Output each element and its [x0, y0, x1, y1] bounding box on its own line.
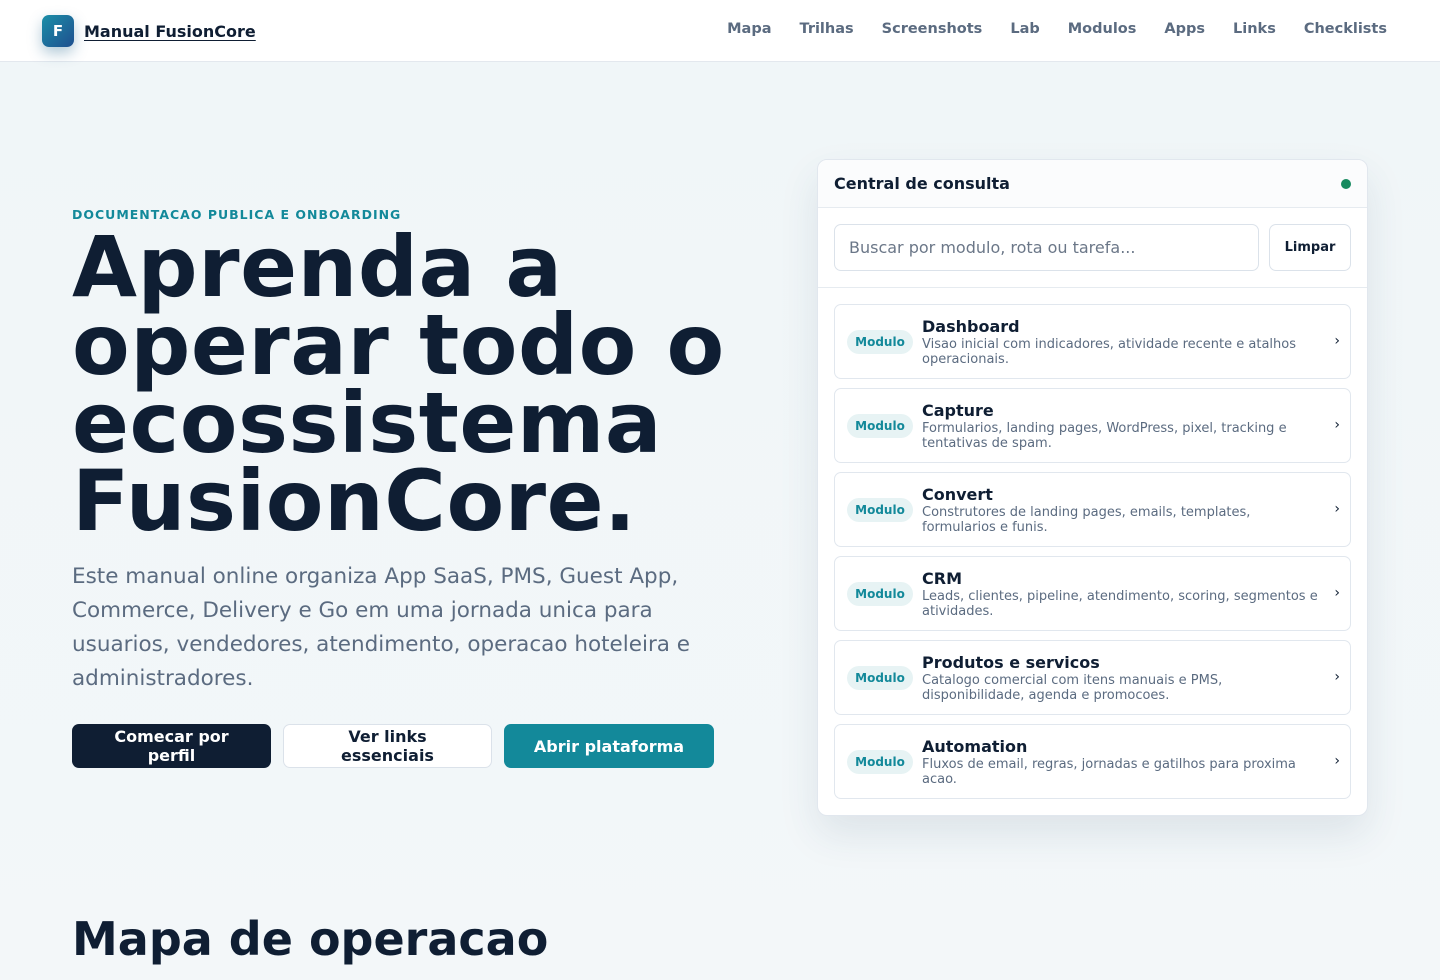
- chevron-right-icon: ›: [1334, 501, 1340, 517]
- module-title: CRM: [922, 568, 962, 588]
- nav-link-apps[interactable]: Apps: [1164, 21, 1205, 37]
- top-bar: F Manual FusionCore Mapa Trilhas Screens…: [0, 0, 1440, 62]
- chevron-right-icon: ›: [1334, 753, 1340, 769]
- panel-title: Central de consulta: [834, 174, 1010, 193]
- module-item-body: Capture Formularios, landing pages, Word…: [922, 401, 1318, 451]
- module-item-crm[interactable]: Modulo CRM Leads, clientes, pipeline, at…: [834, 556, 1351, 631]
- brand[interactable]: F Manual FusionCore: [42, 15, 256, 47]
- hero-title: Aprenda a operar todo o ecossistema Fusi…: [72, 218, 725, 550]
- module-description: Leads, clientes, pipeline, atendimento, …: [922, 588, 1318, 619]
- module-title: Capture: [922, 400, 994, 420]
- module-title: Produtos e servicos: [922, 652, 1100, 672]
- module-description: Visao inicial com indicadores, atividade…: [922, 336, 1296, 367]
- module-item-body: Produtos e servicos Catalogo comercial c…: [922, 653, 1318, 703]
- module-badge: Modulo: [847, 329, 913, 354]
- module-title: Convert: [922, 484, 993, 504]
- module-list: Modulo Dashboard Visao inicial com indic…: [818, 288, 1367, 799]
- module-badge: Modulo: [847, 749, 913, 774]
- search-row: Limpar: [818, 208, 1367, 288]
- search-input[interactable]: [834, 224, 1259, 271]
- module-item-automation[interactable]: Modulo Automation Fluxos de email, regra…: [834, 724, 1351, 799]
- module-description: Formularios, landing pages, WordPress, p…: [922, 420, 1287, 451]
- section-title: Mapa de operacao: [72, 912, 549, 966]
- start-by-profile-button[interactable]: Comecar por perfil: [72, 724, 271, 768]
- status-dot-icon: [1341, 178, 1351, 189]
- module-item-body: CRM Leads, clientes, pipeline, atendimen…: [922, 569, 1318, 619]
- module-badge: Modulo: [847, 665, 913, 690]
- nav-link-lab[interactable]: Lab: [1010, 21, 1039, 37]
- nav-link-trilhas[interactable]: Trilhas: [800, 21, 854, 37]
- nav-link-links[interactable]: Links: [1233, 21, 1276, 37]
- module-title: Dashboard: [922, 316, 1020, 336]
- chevron-right-icon: ›: [1334, 669, 1340, 685]
- essential-links-button[interactable]: Ver links essenciais: [283, 724, 492, 768]
- module-description: Fluxos de email, regras, jornadas e gati…: [922, 756, 1296, 787]
- module-item-body: Convert Construtores de landing pages, e…: [922, 485, 1318, 535]
- module-badge: Modulo: [847, 581, 913, 606]
- clear-button[interactable]: Limpar: [1269, 224, 1351, 271]
- nav-link-mapa[interactable]: Mapa: [727, 21, 771, 37]
- module-badge: Modulo: [847, 497, 913, 522]
- brand-logo: F: [42, 15, 74, 47]
- module-item-capture[interactable]: Modulo Capture Formularios, landing page…: [834, 388, 1351, 463]
- brand-name-link[interactable]: Manual FusionCore: [84, 22, 256, 41]
- module-item-body: Automation Fluxos de email, regras, jorn…: [922, 737, 1318, 787]
- hero-actions: Comecar por perfil Ver links essenciais …: [72, 724, 714, 768]
- panel-header: Central de consulta: [818, 160, 1367, 208]
- open-platform-button[interactable]: Abrir plataforma: [504, 724, 714, 768]
- nav-link-checklists[interactable]: Checklists: [1304, 21, 1387, 37]
- main-nav: Mapa Trilhas Screenshots Lab Modulos App…: [727, 21, 1387, 37]
- module-description: Catalogo comercial com itens manuais e P…: [922, 672, 1223, 703]
- chevron-right-icon: ›: [1334, 333, 1340, 349]
- module-description: Construtores de landing pages, emails, t…: [922, 504, 1251, 535]
- chevron-right-icon: ›: [1334, 417, 1340, 433]
- module-item-produtos-e-servicos[interactable]: Modulo Produtos e servicos Catalogo come…: [834, 640, 1351, 715]
- module-title: Automation: [922, 736, 1028, 756]
- module-item-convert[interactable]: Modulo Convert Construtores de landing p…: [834, 472, 1351, 547]
- module-item-dashboard[interactable]: Modulo Dashboard Visao inicial com indic…: [834, 304, 1351, 379]
- chevron-right-icon: ›: [1334, 585, 1340, 601]
- hero-description: Este manual online organiza App SaaS, PM…: [72, 564, 691, 691]
- module-item-body: Dashboard Visao inicial com indicadores,…: [922, 317, 1318, 367]
- module-badge: Modulo: [847, 413, 913, 438]
- nav-link-screenshots[interactable]: Screenshots: [882, 21, 983, 37]
- consult-panel: Central de consulta Limpar Modulo Dashbo…: [817, 159, 1368, 816]
- nav-link-modulos[interactable]: Modulos: [1068, 21, 1137, 37]
